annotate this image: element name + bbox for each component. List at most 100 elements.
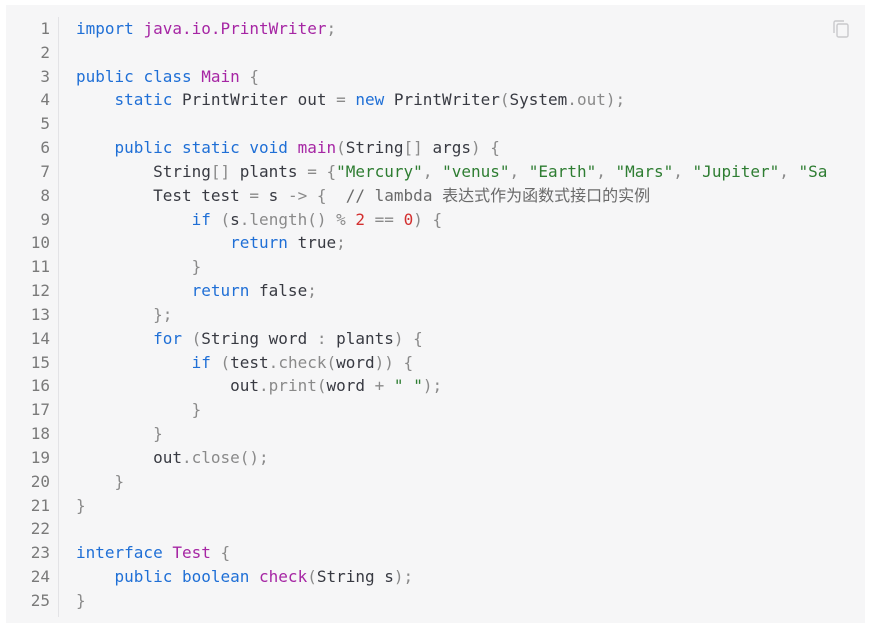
code-token: );	[605, 90, 626, 110]
code-token: %	[336, 209, 356, 229]
code-token: );	[422, 376, 443, 396]
code-line: public static void main(String[] args) {	[76, 136, 827, 160]
code-line: if (s.length() % 2 == 0) {	[76, 208, 827, 232]
code-token: test	[201, 185, 250, 205]
code-token: ,	[422, 161, 443, 181]
code-line: for (String word : plants) {	[76, 327, 827, 351]
code-token: import	[76, 19, 144, 38]
code-token: "venus"	[442, 161, 510, 181]
line-number: 1	[40, 19, 50, 38]
code-token: ->	[287, 185, 317, 205]
line-number: 6	[40, 138, 50, 158]
line-number: 23	[30, 543, 50, 563]
code-token: static	[76, 90, 182, 110]
code-token: static	[181, 138, 250, 158]
code-token: // lambda 表达式作为函数式接口的实例	[345, 185, 651, 205]
code-token: :	[316, 328, 337, 348]
code-line: import java.io.PrintWriter;	[76, 17, 827, 41]
code-token: 0	[403, 209, 414, 229]
code-token: );	[393, 567, 414, 587]
code-token: return	[76, 233, 298, 253]
code-token: (	[326, 352, 337, 372]
code-token: }	[76, 495, 86, 515]
code-token: ()	[307, 209, 337, 229]
code-token: test	[230, 352, 269, 372]
code-token: word	[326, 376, 375, 396]
code-token: .	[268, 352, 279, 372]
code-token: {	[316, 185, 346, 205]
code-token: class	[143, 66, 202, 86]
line-number: 25	[30, 590, 50, 610]
code-token: +	[374, 376, 394, 396]
code-token: {	[220, 543, 231, 563]
code-token: =	[336, 90, 356, 110]
code-token: };	[76, 304, 173, 324]
code-token: public	[76, 138, 182, 158]
code-block: 1 2 3 4 5 6 7 8 9 10 11 12 13 14 15 16 17 18 19 20 21 22 23 24 2…	[6, 5, 865, 623]
code-token: ,	[596, 161, 616, 181]
line-number: 11	[30, 257, 50, 277]
code-token: void	[249, 138, 298, 158]
line-number: 12	[30, 281, 50, 301]
code-token: print	[268, 376, 317, 396]
code-token: .	[239, 209, 250, 229]
code-token: out	[76, 376, 260, 396]
code-token: public	[76, 567, 182, 587]
code-token: args	[432, 138, 471, 158]
code-token: .	[181, 447, 192, 467]
line-number: 22	[30, 519, 50, 539]
code-token: }	[76, 471, 125, 491]
code-token: Test	[172, 543, 221, 563]
code-line: }	[76, 494, 827, 518]
code-token: }	[76, 257, 202, 277]
code-token: out	[76, 447, 182, 467]
code-line: if (test.check(word)) {	[76, 351, 827, 375]
code-token: false	[259, 281, 308, 301]
line-number-gutter: 1 2 3 4 5 6 7 8 9 10 11 12 13 14 15 16 17 18 19 20 21 22 23 24 2…	[6, 17, 59, 617]
code-token: check	[278, 352, 327, 372]
code-line: interface Test {	[76, 541, 827, 565]
line-number: 18	[30, 424, 50, 444]
code-token: }	[76, 424, 163, 444]
code-token: ;	[326, 19, 337, 38]
line-number: 19	[30, 447, 50, 467]
code-token: (	[307, 567, 317, 587]
code-token: (	[220, 209, 231, 229]
line-number: 13	[30, 304, 50, 324]
code-token: word	[336, 352, 375, 372]
code-token: java.io.PrintWriter	[143, 19, 327, 38]
code-token: (	[499, 90, 510, 110]
code-line: public class Main {	[76, 65, 827, 89]
code-token: return	[76, 281, 260, 301]
code-token: length	[249, 209, 308, 229]
code-token: (	[336, 138, 346, 158]
code-token: "Earth"	[528, 161, 597, 181]
code-line: }	[76, 470, 827, 494]
code-token: new	[355, 90, 394, 110]
copy-icon[interactable]	[831, 18, 851, 40]
code-line: out.close();	[76, 446, 827, 470]
code-token: "Sa	[798, 161, 828, 181]
code-token: (	[191, 328, 202, 348]
code-token: plants	[239, 161, 308, 181]
code-token: ,	[673, 161, 693, 181]
code-token: out	[297, 90, 337, 110]
code-line: return true;	[76, 231, 827, 255]
line-number: 5	[40, 114, 50, 134]
code-token: (	[220, 352, 231, 372]
line-number: 9	[40, 209, 50, 229]
line-number: 10	[30, 233, 50, 253]
code-token: =	[249, 185, 269, 205]
code-token: .	[259, 376, 269, 396]
code-token: ;	[307, 281, 317, 301]
code-token: public	[76, 66, 144, 86]
code-token: check	[259, 567, 308, 587]
code-line: }	[76, 589, 827, 613]
code-token: "Mercury"	[336, 161, 423, 181]
code-token: )) {	[374, 352, 414, 372]
code-token: ();	[239, 447, 269, 467]
code-token: true	[297, 233, 337, 253]
code-token: s	[230, 209, 240, 229]
